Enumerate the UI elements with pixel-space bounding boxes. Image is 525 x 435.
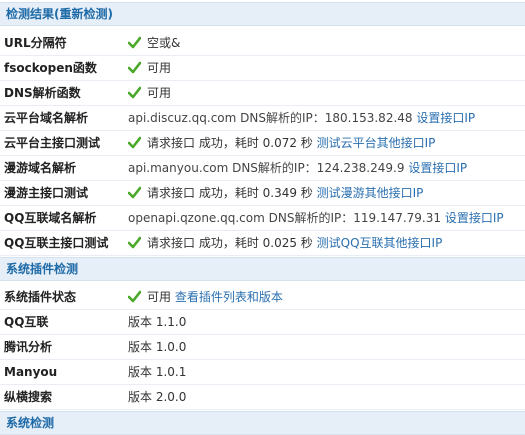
set-interface-ip-link[interactable]: 设置接口IP: [408, 161, 467, 175]
dns-host-text: openapi.qzone.qq.com DNS解析的IP：119.147.79…: [128, 211, 442, 225]
row-label: fsockopen函数: [4, 61, 97, 75]
row-label: URL分隔符: [4, 36, 67, 50]
status-text: 请求接口 成功，耗时 0.349 秒: [147, 186, 313, 200]
section-title: 检测结果(重新检测): [6, 7, 113, 21]
set-interface-ip-link[interactable]: 设置接口IP: [416, 111, 475, 125]
check-icon: [128, 186, 141, 199]
row-label: DNS解析函数: [4, 86, 81, 100]
test-other-ip-link[interactable]: 测试漫游其他接口IP: [317, 186, 424, 200]
row-label: 纵横搜索: [4, 390, 53, 404]
status-text: 可用: [147, 290, 172, 304]
row-value: 请求接口 成功，耗时 0.072 秒 测试云平台其他接口IP: [128, 131, 435, 155]
row-manyou-dns: 漫游域名解析 api.manyou.com DNS解析的IP：124.238.2…: [0, 156, 525, 181]
row-qq-api-test: QQ互联主接口测试 请求接口 成功，耗时 0.025 秒 测试QQ互联其他接口I…: [0, 231, 525, 256]
row-value: openapi.qzone.qq.com DNS解析的IP：119.147.79…: [128, 206, 504, 230]
row-plugin-qq-connect: QQ互联 版本 1.1.0: [0, 310, 525, 335]
section-title: 系统检测: [6, 416, 55, 430]
row-cloud-api-test: 云平台主接口测试 请求接口 成功，耗时 0.072 秒 测试云平台其他接口IP: [0, 131, 525, 156]
row-plugin-search: 纵横搜索 版本 2.0.0: [0, 385, 525, 410]
status-text: 请求接口 成功，耗时 0.072 秒: [147, 136, 313, 150]
version-text: 版本 2.0.0: [128, 390, 187, 404]
view-plugin-list-link[interactable]: 查看插件列表和版本: [175, 290, 283, 304]
row-value: 请求接口 成功，耗时 0.025 秒 测试QQ互联其他接口IP: [128, 231, 442, 255]
row-value: api.manyou.com DNS解析的IP：124.238.249.9 设置…: [128, 156, 467, 180]
section-title: 系统插件检测: [6, 262, 79, 276]
check-icon: [128, 86, 141, 99]
test-other-ip-link[interactable]: 测试云平台其他接口IP: [317, 136, 436, 150]
check-icon: [128, 290, 141, 303]
row-plugin-manyou: Manyou 版本 1.0.1: [0, 360, 525, 385]
row-cloud-dns: 云平台域名解析 api.discuz.qq.com DNS解析的IP：180.1…: [0, 106, 525, 131]
version-text: 版本 1.1.0: [128, 315, 187, 329]
row-label: 云平台域名解析: [4, 111, 89, 125]
version-text: 版本 1.0.0: [128, 340, 187, 354]
check-icon: [128, 136, 141, 149]
row-plugin-tencent-analytics: 腾讯分析 版本 1.0.0: [0, 335, 525, 360]
row-label: 漫游主接口测试: [4, 186, 89, 200]
status-text: 可用: [147, 86, 172, 100]
check-icon: [128, 36, 141, 49]
section-header-system: 系统检测: [0, 411, 525, 435]
row-value: 可用: [128, 56, 171, 80]
row-value: 可用: [128, 81, 171, 105]
row-fsockopen: fsockopen函数 可用: [0, 56, 525, 81]
row-label: QQ互联: [4, 315, 49, 329]
row-label: Manyou: [4, 365, 58, 379]
row-value: 空或&: [128, 31, 180, 55]
row-url-separator: URL分隔符 空或&: [0, 31, 525, 56]
test-other-ip-link[interactable]: 测试QQ互联其他接口IP: [317, 236, 443, 250]
section-header-results: 检测结果(重新检测): [0, 2, 525, 26]
check-icon: [128, 61, 141, 74]
dns-host-text: api.manyou.com DNS解析的IP：124.238.249.9: [128, 161, 405, 175]
check-icon: [128, 236, 141, 249]
row-value: api.discuz.qq.com DNS解析的IP：180.153.82.48…: [128, 106, 475, 130]
row-value: 请求接口 成功，耗时 0.349 秒 测试漫游其他接口IP: [128, 181, 423, 205]
row-qq-dns: QQ互联域名解析 openapi.qzone.qq.com DNS解析的IP：1…: [0, 206, 525, 231]
section-header-plugins: 系统插件检测: [0, 257, 525, 281]
row-plugin-status: 系统插件状态 可用 查看插件列表和版本: [0, 285, 525, 310]
row-value: 可用 查看插件列表和版本: [128, 285, 283, 309]
row-label: 腾讯分析: [4, 340, 53, 354]
status-text: 请求接口 成功，耗时 0.025 秒: [147, 236, 313, 250]
version-text: 版本 1.0.1: [128, 365, 187, 379]
row-dns-function: DNS解析函数 可用: [0, 81, 525, 106]
status-text: 空或&: [147, 36, 181, 50]
row-label: 云平台主接口测试: [4, 136, 101, 150]
row-manyou-api-test: 漫游主接口测试 请求接口 成功，耗时 0.349 秒 测试漫游其他接口IP: [0, 181, 525, 206]
set-interface-ip-link[interactable]: 设置接口IP: [445, 211, 504, 225]
status-text: 可用: [147, 61, 172, 75]
row-label: 系统插件状态: [4, 290, 77, 304]
row-label: QQ互联域名解析: [4, 211, 97, 225]
dns-host-text: api.discuz.qq.com DNS解析的IP：180.153.82.48: [128, 111, 413, 125]
row-label: QQ互联主接口测试: [4, 236, 109, 250]
row-label: 漫游域名解析: [4, 161, 77, 175]
